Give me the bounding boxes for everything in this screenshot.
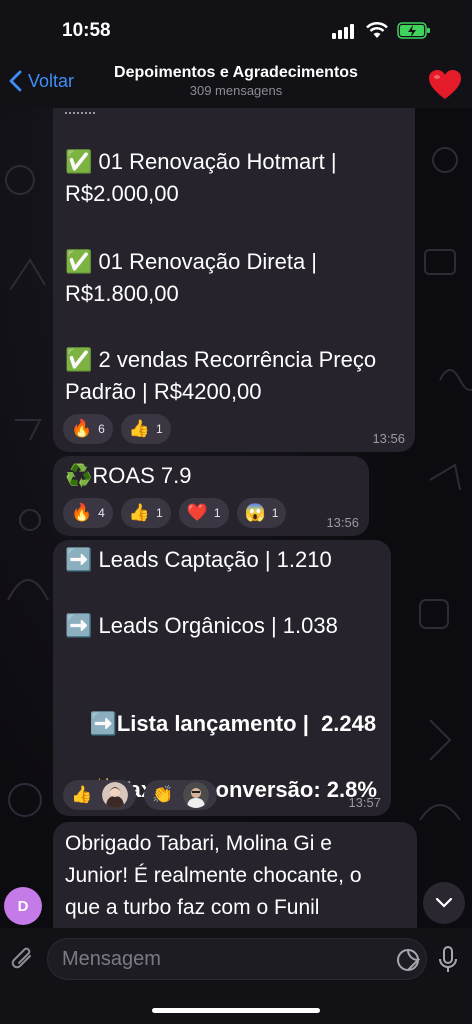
- thumbs-up-emoji: 👍: [128, 419, 151, 438]
- message-text: ✅ 01 Renovação Direta | R$1.800,00: [65, 249, 318, 306]
- message-input[interactable]: [62, 948, 362, 971]
- wifi-icon: [366, 22, 388, 38]
- reactions: 👍 👏: [63, 780, 218, 810]
- reactions: 🔥 6 👍 1: [63, 414, 171, 444]
- sender-avatar[interactable]: D: [4, 887, 42, 925]
- message-count: 309 mensagens: [189, 83, 283, 98]
- clock: 10:58: [62, 20, 111, 41]
- bold-text: Lista lançamento | 2.248: [116, 711, 377, 736]
- chat-header: Voltar Depoimentos e Agradecimentos 309 …: [0, 60, 472, 108]
- reaction-fire[interactable]: 🔥 6: [63, 414, 113, 444]
- reactor-avatar: [183, 782, 210, 808]
- reaction-count: 1: [156, 422, 163, 436]
- reaction-clap[interactable]: 👏: [144, 780, 218, 810]
- reaction-count: 6: [98, 422, 105, 436]
- message-time: 13:56: [326, 515, 359, 530]
- reaction-thumbs-up[interactable]: 👍: [63, 780, 137, 810]
- cellular-signal-icon: [332, 24, 354, 39]
- message-text: Obrigado Tabari, Molina Gi e Junior! É r…: [65, 832, 362, 919]
- scroll-down-button[interactable]: [423, 882, 465, 924]
- chevron-down-icon: [435, 897, 453, 908]
- message-time: 13:56: [372, 431, 405, 446]
- reaction-thumbs-up[interactable]: 👍 1: [120, 414, 171, 444]
- paperclip-icon[interactable]: [10, 944, 36, 974]
- reaction-heart[interactable]: ❤️ 1: [178, 498, 229, 528]
- message-text: ✅ 2 vendas Recorrência Preço Padrão | R$…: [65, 347, 377, 404]
- message-time: 13:57: [348, 795, 381, 810]
- message-text: ♻️ROAS 7.9: [65, 463, 192, 488]
- message-text: ➡️ Leads Orgânicos | 1.038: [65, 613, 338, 638]
- reaction-count: 4: [98, 506, 105, 520]
- status-bar: 10:58: [0, 0, 472, 60]
- truncated-text-marker: [65, 108, 95, 114]
- reaction-count: 1: [213, 506, 221, 520]
- message-text: ➡️ Leads Captação | 1.210: [65, 547, 332, 572]
- message-text: ✅ 01 Renovação Hotmart | R$2.000,00: [65, 149, 337, 206]
- message-field[interactable]: [47, 938, 427, 980]
- message-bubble[interactable]: ✅ 01 Renovação Hotmart | R$2.000,00 ✅ 01…: [53, 108, 415, 452]
- fire-emoji: 🔥: [71, 419, 93, 438]
- thumbs-up-emoji: 👍: [71, 785, 93, 804]
- battery-charging-icon: [397, 22, 430, 39]
- reaction-count: 1: [271, 506, 279, 520]
- reactor-avatar: [102, 782, 129, 808]
- reaction-count: 1: [156, 506, 163, 520]
- heart-emoji: ❤️: [186, 503, 208, 522]
- reaction-fire[interactable]: 🔥 4: [63, 498, 113, 528]
- microphone-icon[interactable]: [437, 946, 459, 974]
- message-bubble[interactable]: Obrigado Tabari, Molina Gi e Junior! É r…: [53, 822, 417, 942]
- arrow-emoji: ➡️: [89, 711, 117, 736]
- thumbs-up-emoji: 👍: [128, 503, 151, 522]
- message-bubble[interactable]: ♻️ROAS 7.9 🔥 4 👍 1 ❤️ 1 😱 1 13:56: [53, 456, 369, 536]
- chat-title: Depoimentos e Agradecimentos: [114, 64, 358, 81]
- home-indicator: [152, 1008, 320, 1013]
- message-input-bar: [0, 928, 472, 1024]
- reaction-thumbs-up[interactable]: 👍 1: [120, 498, 171, 528]
- fire-emoji: 🔥: [71, 503, 93, 522]
- scream-emoji: 😱: [244, 503, 266, 522]
- message-bubble[interactable]: ➡️ Leads Captação | 1.210 ➡️ Leads Orgân…: [53, 540, 391, 816]
- heart-avatar-icon[interactable]: [428, 68, 462, 102]
- reactions: 🔥 4 👍 1 ❤️ 1 😱 1: [63, 498, 287, 528]
- reaction-scream[interactable]: 😱 1: [236, 498, 287, 528]
- sticker-icon[interactable]: [396, 948, 420, 972]
- chat-title-area[interactable]: Depoimentos e Agradecimentos 309 mensage…: [0, 64, 472, 98]
- clap-emoji: 👏: [152, 785, 174, 804]
